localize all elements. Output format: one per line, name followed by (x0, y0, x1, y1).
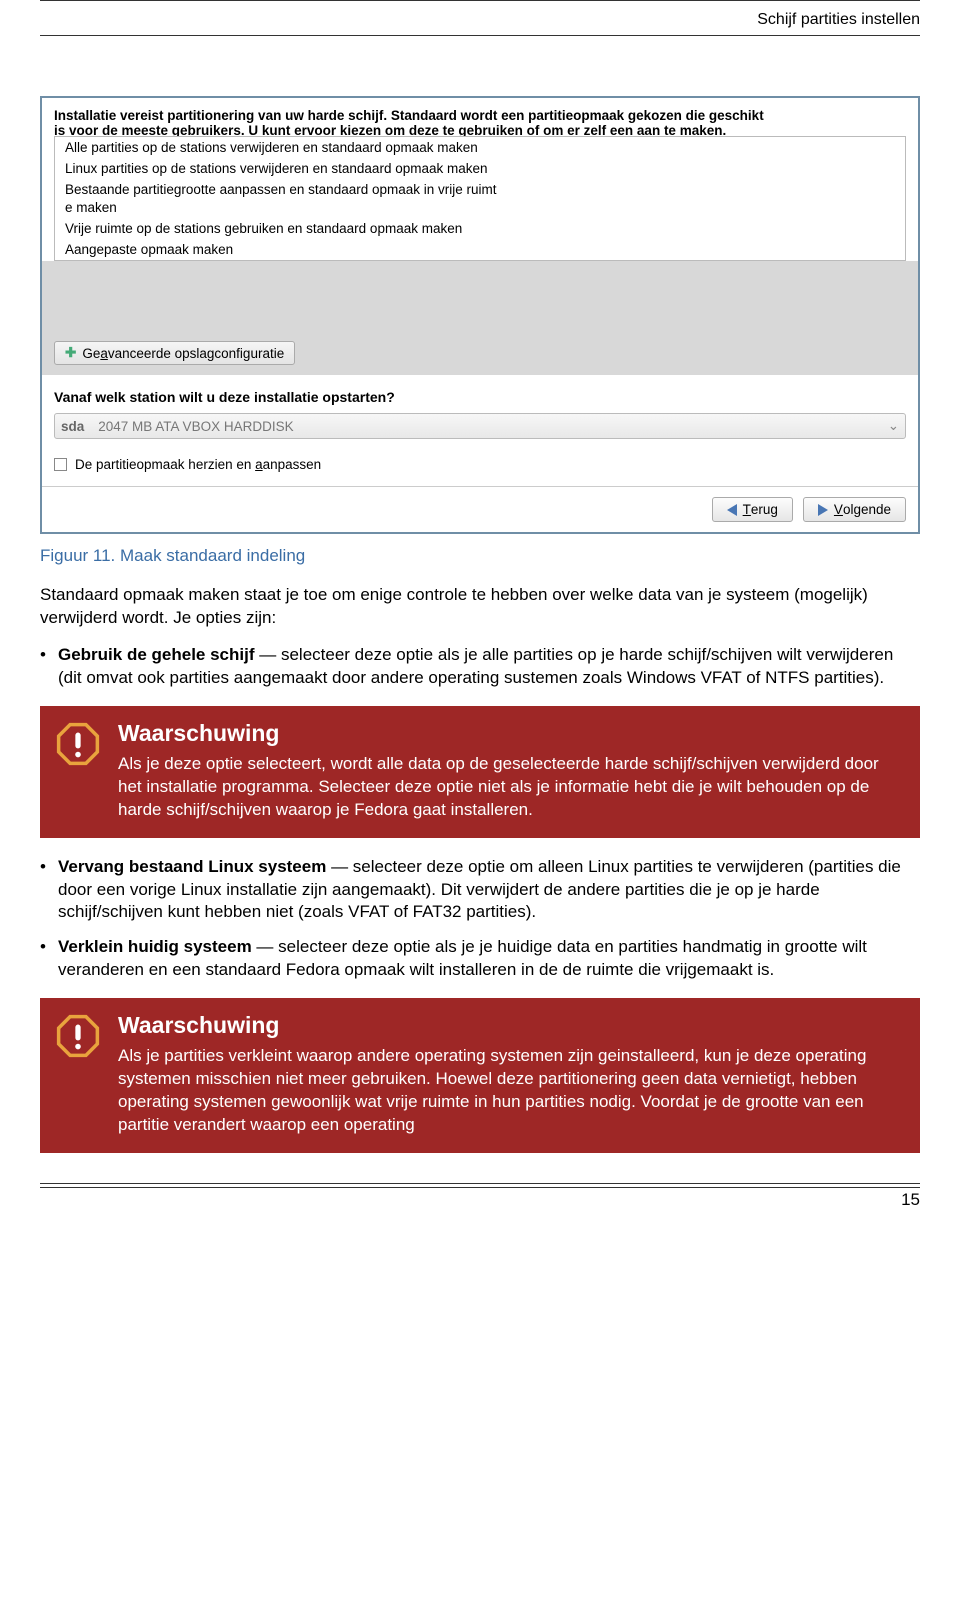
bullet-list-1: Gebruik de gehele schijf — selecteer dez… (40, 644, 920, 690)
adv-post: vanceerde opslagconfiguratie (108, 346, 284, 361)
document-page: Schijf partities instellen Installatie v… (0, 0, 960, 1240)
warning-box-1: Waarschuwing Als je deze optie selecteer… (40, 706, 920, 838)
bullet-use-entire-drive: Gebruik de gehele schijf — selecteer dez… (40, 644, 920, 690)
header-title: Schijf partities instellen (40, 5, 920, 36)
boot-drive-dropdown[interactable]: sda 2047 MB ATA VBOX HARDDISK ⌄ (54, 413, 906, 439)
cb-pre: De partitieopmaak herzien en (75, 457, 255, 472)
bullet-replace-linux: Vervang bestaand Linux systeem — selecte… (40, 856, 920, 925)
warning-content-2: Waarschuwing Als je partities verkleint … (118, 1012, 902, 1137)
intro-paragraph: Standaard opmaak maken staat je toe om e… (40, 584, 920, 630)
figure-caption: Figuur 11. Maak standaard indeling (40, 546, 920, 566)
bullet3-bold: Verklein huidig systeem (58, 937, 252, 956)
option-remove-all[interactable]: Alle partities op de stations verwijdere… (55, 137, 905, 158)
back-label: erug (751, 502, 778, 517)
advanced-storage-button[interactable]: ✚ Geavanceerde opslagconfiguratie (54, 341, 295, 365)
installer-screenshot: Installatie vereist partitionering van u… (40, 96, 920, 534)
warning-content-1: Waarschuwing Als je deze optie selecteer… (118, 720, 902, 822)
warning-box-2: Waarschuwing Als je partities verkleint … (40, 998, 920, 1153)
bullet-shrink: Verklein huidig systeem — selecteer deze… (40, 936, 920, 982)
boot-disk-text: 2047 MB ATA VBOX HARDDISK (98, 419, 887, 434)
back-accel: T (743, 502, 751, 517)
page-footer: 15 (40, 1183, 920, 1210)
option-custom[interactable]: Aangepaste opmaak maken (55, 239, 905, 260)
next-label: olgende (843, 502, 891, 517)
warning-icon (56, 1012, 100, 1137)
adv-accel: a (100, 346, 108, 361)
back-button[interactable]: Terug (712, 497, 793, 522)
warning2-body: Als je partities verkleint waarop andere… (118, 1045, 902, 1137)
warning2-title: Waarschuwing (118, 1012, 902, 1039)
page-number: 15 (901, 1190, 920, 1210)
partition-scheme-dropdown[interactable]: Alle partities op de stations verwijdere… (54, 136, 906, 261)
arrow-right-icon (818, 504, 828, 516)
drives-area: ✚ Geavanceerde opslagconfiguratie (42, 261, 918, 375)
intro-line-1: Installatie vereist partitionering van u… (54, 108, 906, 123)
option-resize-line2[interactable]: e maken (55, 200, 905, 218)
header-rule-top (40, 0, 920, 1)
cb-accel: a (255, 457, 263, 472)
warning1-title: Waarschuwing (118, 720, 902, 747)
boot-section: Vanaf welk station wilt u deze installat… (42, 375, 918, 445)
adv-pre: Ge (82, 346, 100, 361)
review-checkbox-row[interactable]: De partitieopmaak herzien en aanpassen (42, 445, 918, 486)
bullet-list-2: Vervang bestaand Linux systeem — selecte… (40, 856, 920, 983)
chevron-down-icon: ⌄ (888, 418, 899, 434)
boot-title: Vanaf welk station wilt u deze installat… (54, 389, 906, 405)
plus-icon: ✚ (65, 345, 76, 361)
option-remove-linux[interactable]: Linux partities op de stations verwijder… (55, 158, 905, 179)
next-button[interactable]: Volgende (803, 497, 906, 522)
arrow-left-icon (727, 504, 737, 516)
option-resize-line1[interactable]: Bestaande partitiegrootte aanpassen en s… (55, 179, 905, 200)
nav-bar: Terug Volgende (42, 486, 918, 532)
checkbox-icon[interactable] (54, 458, 67, 471)
bullet2-bold: Vervang bestaand Linux systeem (58, 857, 326, 876)
boot-sda: sda (61, 419, 84, 434)
warning-icon (56, 720, 100, 822)
warning1-body: Als je deze optie selecteert, wordt alle… (118, 753, 902, 822)
next-accel: V (834, 502, 843, 517)
cb-post: anpassen (263, 457, 322, 472)
bullet1-bold: Gebruik de gehele schijf (58, 645, 255, 664)
option-free-space[interactable]: Vrije ruimte op de stations gebruiken en… (55, 218, 905, 239)
